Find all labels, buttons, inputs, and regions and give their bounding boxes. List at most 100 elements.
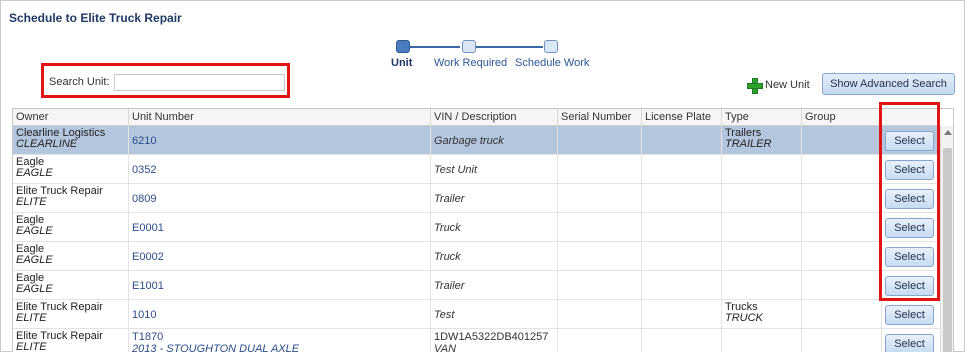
table-row[interactable]: Eagle EAGLE E0002 Truck Select	[13, 242, 940, 271]
cell-type	[722, 329, 802, 352]
cell-serial	[558, 271, 642, 300]
unit-description-text: Test	[434, 309, 455, 321]
cell-serial	[558, 126, 642, 155]
select-button[interactable]: Select	[885, 276, 934, 296]
search-area-highlight: Search Unit:	[41, 63, 290, 98]
column-header-type[interactable]: Type	[722, 109, 802, 126]
cell-plate	[642, 271, 722, 300]
cell-group	[802, 300, 882, 329]
owner-code: ELITE	[16, 312, 47, 324]
type-code: TRUCK	[725, 312, 763, 324]
cell-owner: Elite Truck Repair ELITE	[13, 300, 129, 329]
cell-type: Trailers TRAILER	[722, 126, 802, 155]
cell-plate	[642, 126, 722, 155]
search-unit-input[interactable]	[114, 74, 285, 91]
cell-unit: E0001	[129, 213, 431, 242]
cell-type	[722, 213, 802, 242]
cell-vin: 1DW1A5322DB401257 VAN	[431, 329, 558, 352]
unit-number-link[interactable]: E0001	[132, 213, 430, 234]
step-schedule-work-label[interactable]: Schedule Work	[515, 57, 589, 69]
cell-plate	[642, 300, 722, 329]
cell-group	[802, 155, 882, 184]
column-header-group[interactable]: Group	[802, 109, 882, 126]
scroll-thumb[interactable]	[943, 148, 952, 352]
step-work-required-marker[interactable]	[462, 40, 476, 53]
cell-serial	[558, 213, 642, 242]
table-row[interactable]: Elite Truck Repair ELITE 0809 Trailer Select	[13, 184, 940, 213]
cell-plate	[642, 329, 722, 352]
select-button[interactable]: Select	[885, 131, 934, 151]
cell-owner: Eagle EAGLE	[13, 155, 129, 184]
cell-owner: Eagle EAGLE	[13, 213, 129, 242]
unit-number-link[interactable]: 6210	[132, 126, 430, 147]
cell-unit: 6210	[129, 126, 431, 155]
unit-number-link[interactable]: E1001	[132, 271, 430, 292]
cell-type	[722, 155, 802, 184]
cell-plate	[642, 184, 722, 213]
cell-vin: Test	[431, 300, 558, 329]
owner-code: ELITE	[16, 196, 47, 208]
cell-group	[802, 271, 882, 300]
select-button[interactable]: Select	[885, 160, 934, 180]
step-unit-marker[interactable]	[396, 40, 410, 53]
grid-header: Owner Unit Number VIN / Description Seri…	[13, 109, 940, 126]
table-row[interactable]: Elite Truck Repair ELITE 1010 Test Trucks TRU…	[13, 300, 940, 329]
plus-icon	[747, 78, 763, 94]
select-button[interactable]: Select	[885, 334, 934, 352]
cell-group	[802, 329, 882, 352]
unit-description-text: VAN	[434, 343, 457, 352]
column-header-vin-description[interactable]: VIN / Description	[431, 109, 558, 126]
cell-vin: Truck	[431, 213, 558, 242]
cell-group	[802, 126, 882, 155]
cell-owner: Elite Truck Repair ELITE	[13, 329, 129, 352]
cell-serial	[558, 242, 642, 271]
cell-owner: Elite Truck Repair ELITE	[13, 184, 129, 213]
unit-number-link[interactable]: 1010	[132, 300, 430, 321]
owner-code: EAGLE	[16, 254, 53, 266]
table-row[interactable]: Elite Truck Repair ELITE T1870 2013 - STOUG…	[13, 329, 940, 352]
cell-unit: 0809	[129, 184, 431, 213]
schedule-dialog: Schedule to Elite Truck Repair Unit Work…	[0, 0, 965, 352]
wizard-steps: Unit Work Required Schedule Work	[387, 40, 597, 72]
vertical-scrollbar[interactable]	[940, 126, 953, 352]
cell-unit: E1001	[129, 271, 431, 300]
column-header-license-plate[interactable]: License Plate	[642, 109, 722, 126]
vin-number: 1DW1A5322DB401257	[434, 331, 549, 343]
step-work-required-label[interactable]: Work Required	[434, 57, 507, 69]
table-row[interactable]: Eagle EAGLE E1001 Trailer Select	[13, 271, 940, 300]
column-header-action	[882, 109, 940, 126]
unit-description-text: Truck	[434, 251, 461, 263]
column-header-owner[interactable]: Owner	[13, 109, 129, 126]
unit-number-link[interactable]: T1870	[132, 329, 430, 343]
step-unit-label[interactable]: Unit	[391, 57, 412, 69]
scroll-up-arrow-icon[interactable]	[944, 130, 952, 135]
column-header-unit-number[interactable]: Unit Number	[129, 109, 431, 126]
table-row[interactable]: Clearline Logistics CLEARLINE 6210 Garbage …	[13, 126, 940, 155]
unit-description-text: Truck	[434, 222, 461, 234]
cell-group	[802, 184, 882, 213]
select-button[interactable]: Select	[885, 305, 934, 325]
cell-vin: Test Unit	[431, 155, 558, 184]
cell-vin: Trailer	[431, 271, 558, 300]
select-button[interactable]: Select	[885, 189, 934, 209]
cell-serial	[558, 184, 642, 213]
select-button[interactable]: Select	[885, 218, 934, 238]
cell-plate	[642, 155, 722, 184]
owner-code: ELITE	[16, 341, 47, 352]
new-unit-button[interactable]: New Unit	[747, 78, 810, 94]
table-row[interactable]: Eagle EAGLE E0001 Truck Select	[13, 213, 940, 242]
unit-number-link[interactable]: 0809	[132, 184, 430, 205]
column-header-serial-number[interactable]: Serial Number	[558, 109, 642, 126]
show-advanced-search-button[interactable]: Show Advanced Search	[822, 73, 955, 95]
unit-number-link[interactable]: E0002	[132, 242, 430, 263]
step-connector	[408, 46, 460, 48]
unit-description: 2013 - STOUGHTON DUAL AXLE	[132, 343, 300, 352]
search-label: Search Unit:	[49, 76, 110, 88]
owner-code: EAGLE	[16, 283, 53, 295]
select-button[interactable]: Select	[885, 247, 934, 267]
unit-number-link[interactable]: 0352	[132, 155, 430, 176]
step-schedule-work-marker[interactable]	[544, 40, 558, 53]
cell-type	[722, 242, 802, 271]
table-row[interactable]: Eagle EAGLE 0352 Test Unit Select	[13, 155, 940, 184]
step-connector	[473, 46, 543, 48]
